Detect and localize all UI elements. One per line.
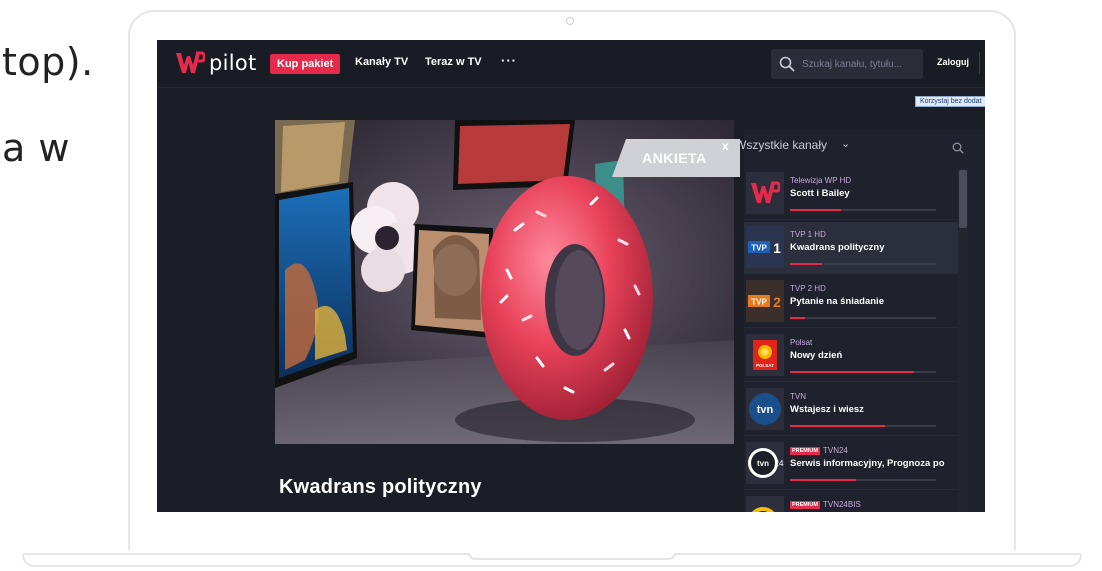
channel-name-text: TVN24BIS [822,500,861,509]
channel-separator [744,327,958,328]
channel-list-item[interactable]: PREMIUM TVN24BIS [744,492,958,512]
channel-list-item[interactable]: TVP 2 TVP 2 HD Pytanie na śniadanie [744,276,958,328]
buy-package-button[interactable]: Kup pakiet [270,54,341,74]
channel-logo: TVP 2 [746,280,784,322]
svg-text:TVP: TVP [751,244,767,253]
channel-show-title: Serwis informacyjny, Prognoza po [790,458,945,469]
svg-text:tvn: tvn [757,459,769,468]
svg-text:2: 2 [773,294,781,310]
channel-list-item[interactable]: TVP 1 TVP 1 HD Kwadrans polityczny [744,222,958,274]
sidebar-search-icon[interactable] [952,142,964,154]
channel-name-text: TVP 1 HD [790,230,826,239]
show-progress-fill [790,479,856,481]
channel-separator [744,381,958,382]
channel-show-title: Scott i Bailey [790,188,850,199]
channel-name: PREMIUM TVN24 [790,446,848,455]
channel-logo: tvn [746,388,784,430]
premium-badge: PREMIUM [790,501,820,509]
wp-pilot-logo[interactable]: pilot [175,50,257,76]
show-progress-fill [790,371,914,373]
chevron-down-icon[interactable]: ⌄ [841,137,850,150]
channel-name-text: Polsat [790,338,813,347]
channel-list-item[interactable]: tvn 24 PREMIUM TVN24 Serwis informacyjny, Pr… [744,438,958,490]
sidebar-scroll-thumb[interactable] [959,170,967,228]
channel-list-item[interactable]: POLSAT Polsat Nowy dzień [744,330,958,382]
channel-name: PREMIUM TVN24BIS [790,500,861,509]
svg-text:POLSAT: POLSAT [756,363,774,368]
show-progress-bar [790,425,936,427]
survey-close-button[interactable]: x [722,139,729,153]
login-link[interactable]: Zaloguj [937,57,969,67]
show-progress-fill [790,317,805,319]
premium-badge: PREMIUM [790,447,820,455]
channel-logo: tvn 24 [746,442,784,484]
channel-logo: POLSAT [746,334,784,376]
top-navbar: pilot Kup pakiet Kanały TV Teraz w TV ··… [157,40,985,88]
nav-channels-link[interactable]: Kanały TV [355,56,408,68]
camera-icon [566,17,574,25]
free-use-tooltip: Korzystaj bez dodat [915,96,985,107]
channel-name: Telewizja WP HD [790,176,851,185]
channel-show-title: Kwadrans polityczny [790,242,885,253]
channel-show-title: Wstajesz i wiesz [790,404,864,415]
show-progress-bar [790,263,936,265]
svg-text:24: 24 [775,459,784,468]
channel-name: TVP 1 HD [790,230,826,239]
search-placeholder: Szukaj kanału, tytułu... [802,58,903,70]
channel-logo [746,496,784,512]
svg-text:tvn: tvn [757,404,774,416]
channel-name-text: Telewizja WP HD [790,176,852,185]
background-text-line-2: a w [2,126,70,170]
show-progress-bar [790,371,936,373]
nav-now-on-tv-link[interactable]: Teraz w TV [425,56,482,68]
channel-list-item[interactable]: tvn TVN Wstajesz i wiesz [744,384,958,436]
channel-show-title: Nowy dzień [790,350,843,361]
channel-logo [746,172,784,214]
channel-name-text: TVN [790,392,806,401]
all-channels-dropdown[interactable]: Wszystkie kanały [735,138,827,152]
channel-separator [744,273,958,274]
survey-label: ANKIETA [642,150,707,166]
laptop-notch [468,553,676,560]
logo-text: pilot [209,51,257,75]
channel-name: Polsat [790,338,812,347]
svg-text:TVP: TVP [751,298,767,307]
show-progress-fill [790,425,885,427]
svg-text:1: 1 [773,240,781,256]
channel-separator [744,435,958,436]
show-progress-bar [790,479,936,481]
show-progress-fill [790,263,822,265]
channel-name-text: TVP 2 HD [790,284,826,293]
search-icon [779,56,795,72]
show-progress-fill [790,209,841,211]
show-progress-bar [790,209,936,211]
show-progress-bar [790,317,936,319]
channel-separator [744,489,958,490]
search-input[interactable]: Szukaj kanału, tytułu... [771,49,923,79]
channel-list-item[interactable]: Telewizja WP HD Scott i Bailey [744,168,958,220]
channel-separator [744,219,958,220]
channel-logo: TVP 1 [746,226,784,268]
nav-divider [979,52,980,74]
channel-name: TVP 2 HD [790,284,826,293]
background-text-line-1: top). [2,40,94,84]
wp-logo-icon [176,51,205,73]
screen: pilot Kup pakiet Kanały TV Teraz w TV ··… [157,40,985,512]
channel-name: TVN [790,392,806,401]
stage: top). a w pilot Kup pakiet Kanały TV Ter… [0,0,1102,571]
channel-show-title: Pytanie na śniadanie [790,296,884,307]
channel-name-text: TVN24 [822,446,848,455]
more-menu-button[interactable]: ··· [501,53,517,68]
program-title: Kwadrans polityczny [279,476,482,498]
